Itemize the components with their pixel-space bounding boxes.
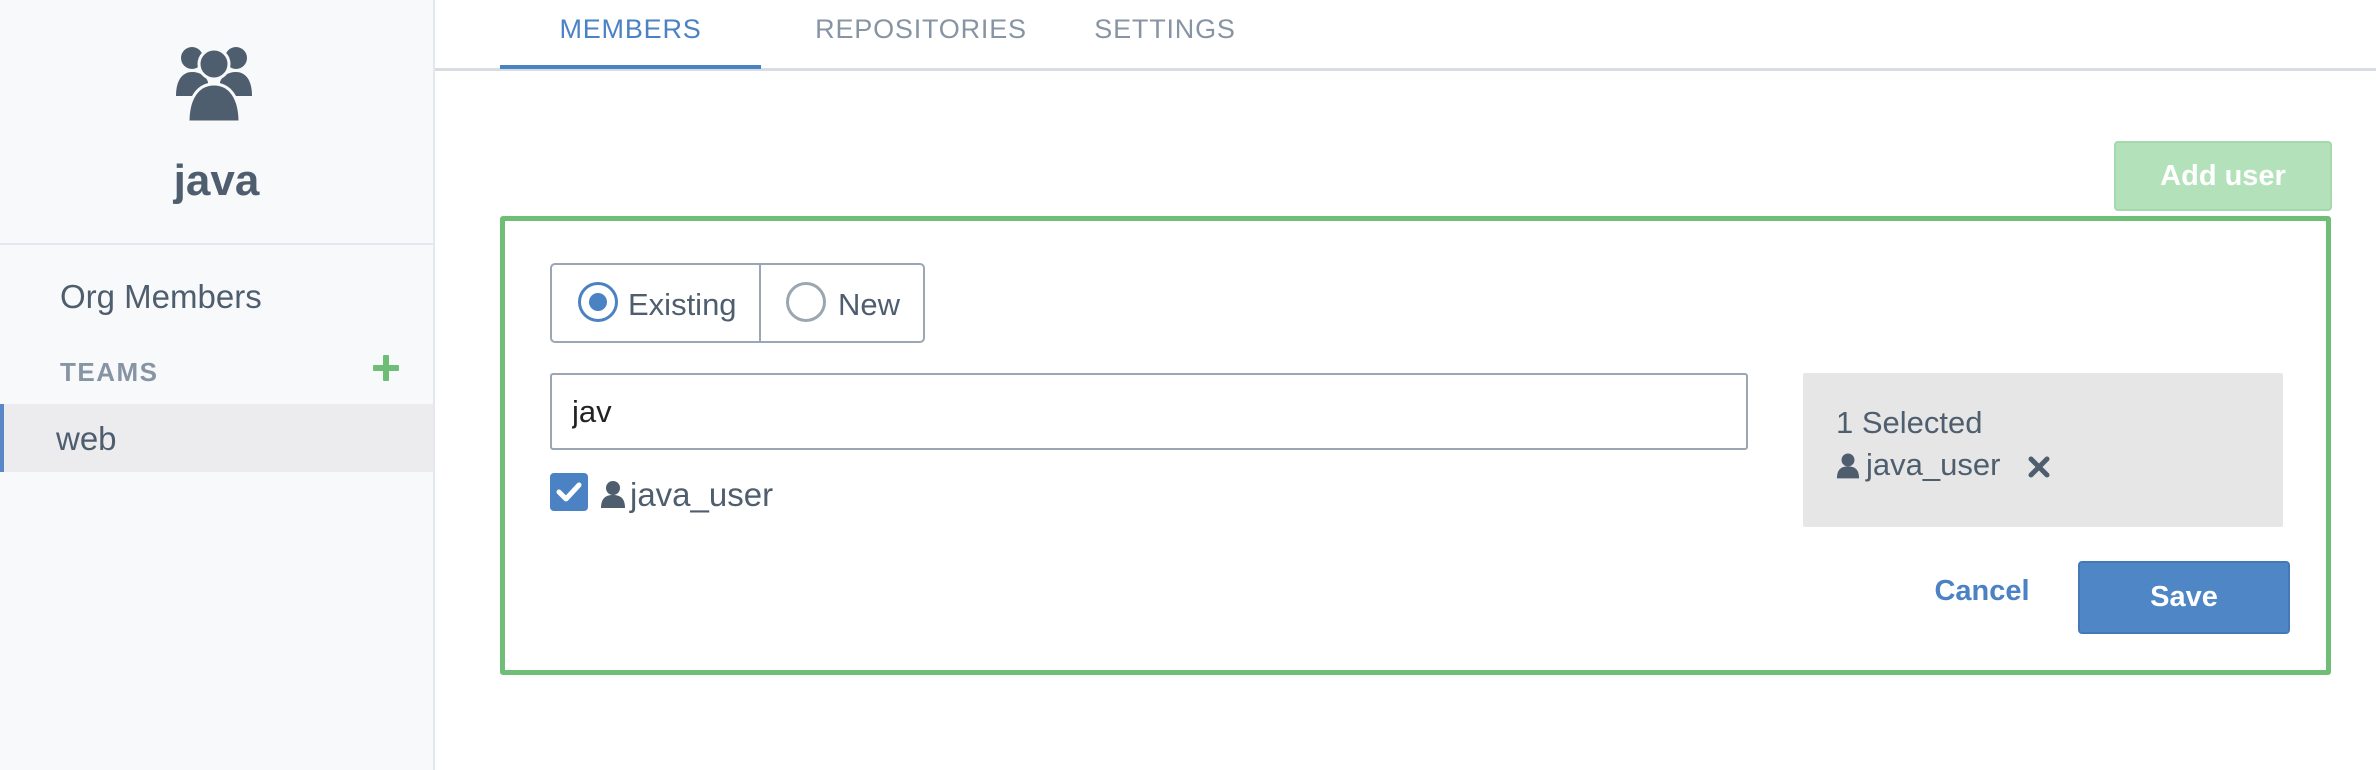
selected-count: 1 Selected: [1836, 405, 1983, 440]
active-tab-indicator: [500, 65, 761, 69]
sidebar-item-org-members[interactable]: Org Members: [60, 278, 262, 316]
tab-bar: MEMBERS REPOSITORIES SETTINGS: [435, 0, 2376, 71]
mode-new-option[interactable]: New: [761, 265, 923, 341]
sidebar: java Org Members TEAMS web: [0, 0, 435, 770]
save-button[interactable]: Save: [2078, 561, 2290, 634]
mode-existing-label: Existing: [628, 287, 737, 322]
tab-members[interactable]: MEMBERS: [500, 14, 761, 45]
users-group-icon: [176, 47, 252, 124]
user-icon: [1836, 453, 1860, 479]
mode-new-label: New: [838, 287, 901, 322]
radio-new[interactable]: [786, 282, 826, 322]
mode-existing-option[interactable]: Existing: [552, 265, 761, 341]
selected-username: java_user: [1866, 447, 2001, 482]
add-user-button[interactable]: Add user: [2114, 141, 2332, 211]
team-label: web: [56, 420, 117, 457]
result-username: java_user: [630, 476, 774, 513]
teams-heading: TEAMS: [60, 357, 159, 387]
cancel-button[interactable]: Cancel: [1907, 561, 2057, 621]
user-icon: [601, 481, 625, 508]
checkmark-icon: [556, 482, 582, 502]
tab-repositories[interactable]: REPOSITORIES: [810, 14, 1032, 45]
sidebar-divider: [0, 243, 433, 245]
add-member-panel: Existing New java_user 1 Selected java_u…: [500, 216, 2331, 675]
radio-existing[interactable]: [578, 282, 618, 322]
org-name: java: [173, 156, 260, 205]
user-search-input[interactable]: [550, 373, 1748, 450]
tab-settings[interactable]: SETTINGS: [1085, 14, 1245, 45]
close-icon[interactable]: [2027, 455, 2051, 479]
sidebar-item-team-web[interactable]: web: [0, 404, 433, 472]
result-checkbox[interactable]: [550, 473, 588, 511]
member-mode-toggle: Existing New: [550, 263, 925, 343]
selected-users-box: 1 Selected java_user: [1803, 373, 2283, 527]
plus-icon[interactable]: [372, 354, 400, 382]
